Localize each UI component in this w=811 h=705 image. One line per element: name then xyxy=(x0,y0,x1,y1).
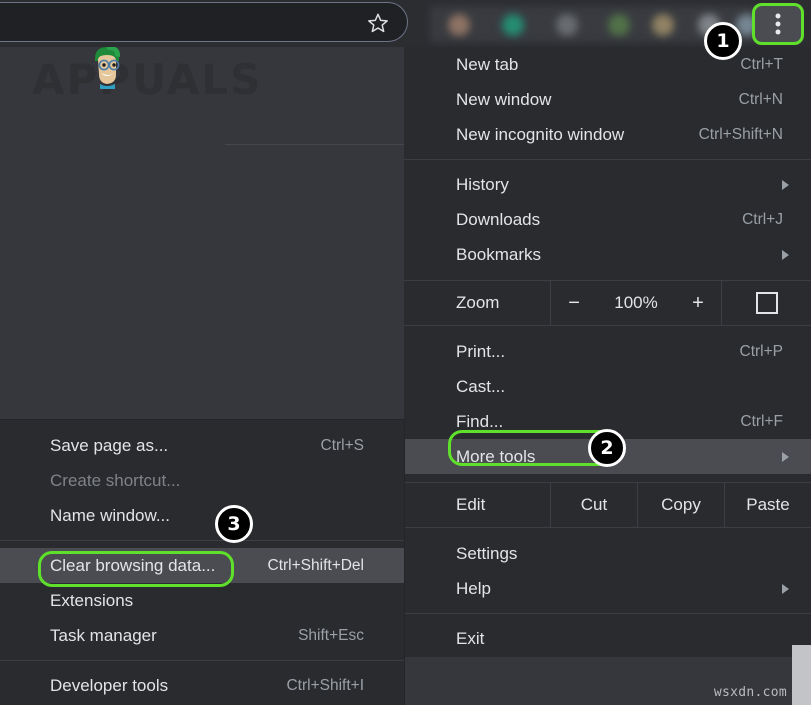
menu-item-label: Print... xyxy=(456,342,506,361)
menu-item-label: Settings xyxy=(456,544,518,563)
menu-item-label: Help xyxy=(456,579,491,598)
menu-item-history[interactable]: History xyxy=(404,167,811,202)
menu-item-shortcut: Ctrl+T xyxy=(740,56,783,73)
chevron-right-icon xyxy=(782,584,789,594)
appuals-mascot-icon xyxy=(95,45,121,89)
screenshot-root: APPUALS New tab Ctrl+T New window Ctrl+N… xyxy=(0,0,811,705)
menu-item-shortcut: Ctrl+F xyxy=(740,413,783,430)
annotation-badge-2: 2 xyxy=(588,429,626,467)
menu-item-cast[interactable]: Cast... xyxy=(404,369,811,404)
menu-item-shortcut: Ctrl+Shift+I xyxy=(286,677,364,694)
submenu-item-create-shortcut: Create shortcut... xyxy=(0,463,404,498)
paste-button[interactable]: Paste xyxy=(724,483,811,527)
chevron-right-icon xyxy=(782,452,789,462)
menu-item-shortcut: Shift+Esc xyxy=(298,627,364,644)
submenu-separator xyxy=(0,660,404,661)
menu-item-label: Name window... xyxy=(50,506,170,525)
menu-item-shortcut: Ctrl+Shift+Del xyxy=(267,557,364,574)
cut-button[interactable]: Cut xyxy=(550,483,637,527)
menu-item-label: Save page as... xyxy=(50,436,169,455)
fullscreen-button[interactable] xyxy=(722,281,811,325)
menu-item-shortcut: Ctrl+S xyxy=(320,437,365,454)
menu-item-label: History xyxy=(456,175,509,194)
copy-button[interactable]: Copy xyxy=(637,483,724,527)
bookmark-star-icon[interactable] xyxy=(367,12,389,34)
page-scrollbar[interactable] xyxy=(792,645,811,705)
menu-item-label: Task manager xyxy=(50,626,157,645)
menu-item-bookmarks[interactable]: Bookmarks xyxy=(404,237,811,272)
address-bar[interactable] xyxy=(0,2,408,42)
menu-item-label: New incognito window xyxy=(456,125,625,144)
menu-item-label: Clear browsing data... xyxy=(50,556,216,575)
menu-separator xyxy=(404,159,811,160)
menu-item-downloads[interactable]: Downloads Ctrl+J xyxy=(404,202,811,237)
submenu-separator xyxy=(0,540,404,541)
submenu-item-name-window[interactable]: Name window... xyxy=(0,498,404,533)
menu-item-label: Create shortcut... xyxy=(50,471,181,490)
menu-item-label: Downloads xyxy=(456,210,541,229)
menu-item-shortcut: Ctrl+J xyxy=(742,211,783,228)
menu-item-help[interactable]: Help xyxy=(404,571,811,606)
annotation-badge-3: 3 xyxy=(215,505,253,543)
fullscreen-icon xyxy=(755,292,778,314)
menu-item-new-incognito-window[interactable]: New incognito window Ctrl+Shift+N xyxy=(404,117,811,152)
chrome-main-menu[interactable]: New tab Ctrl+T New window Ctrl+N New inc… xyxy=(404,47,811,657)
page-divider-rule xyxy=(225,144,409,145)
clear-browsing-data-menu-item[interactable]: Clear browsing data... Ctrl+Shift+Del xyxy=(0,548,404,583)
menu-item-settings[interactable]: Settings xyxy=(404,536,811,571)
menu-item-shortcut: Ctrl+N xyxy=(738,91,783,108)
menu-item-label: Extensions xyxy=(50,591,134,610)
annotation-badge-1: 1 xyxy=(704,22,742,60)
menu-item-new-tab[interactable]: New tab Ctrl+T xyxy=(404,47,811,82)
menu-item-label: New window xyxy=(456,90,552,109)
menu-button-highlight xyxy=(752,3,804,45)
zoom-controls[interactable]: − 100% + xyxy=(550,281,722,325)
badge-number: 3 xyxy=(227,513,241,535)
menu-item-exit[interactable]: Exit xyxy=(404,621,811,656)
menu-item-label: Find... xyxy=(456,412,504,431)
zoom-in-button[interactable]: + xyxy=(692,292,704,315)
menu-item-new-window[interactable]: New window Ctrl+N xyxy=(404,82,811,117)
corner-watermark: wsxdn.com xyxy=(713,685,787,700)
appuals-watermark-logo: APPUALS xyxy=(32,45,263,104)
three-dot-menu-button[interactable] xyxy=(752,3,804,45)
submenu-item-extensions[interactable]: Extensions xyxy=(0,583,404,618)
badge-number: 2 xyxy=(600,437,614,459)
menu-item-label: Bookmarks xyxy=(456,245,542,264)
appuals-logo-text: APPUALS xyxy=(32,55,263,104)
menu-item-print[interactable]: Print... Ctrl+P xyxy=(404,334,811,369)
menu-item-shortcut: Ctrl+Shift+N xyxy=(698,126,783,143)
menu-separator xyxy=(404,613,811,614)
menu-row-edit[interactable]: Edit Cut Copy Paste xyxy=(404,482,811,528)
edit-label: Edit xyxy=(456,495,486,514)
submenu-item-developer-tools[interactable]: Developer tools Ctrl+Shift+I xyxy=(0,668,404,703)
menu-item-label: More tools xyxy=(456,447,536,466)
menu-row-zoom[interactable]: Zoom − 100% + xyxy=(404,280,811,326)
zoom-label: Zoom xyxy=(456,293,500,312)
menu-item-label: Exit xyxy=(456,629,485,648)
menu-item-label: New tab xyxy=(456,55,519,74)
submenu-item-task-manager[interactable]: Task manager Shift+Esc xyxy=(0,618,404,653)
menu-item-shortcut: Ctrl+P xyxy=(739,343,784,360)
badge-number: 1 xyxy=(716,30,730,52)
zoom-out-button[interactable]: − xyxy=(568,292,580,315)
submenu-item-save-page-as[interactable]: Save page as... Ctrl+S xyxy=(0,428,404,463)
chevron-right-icon xyxy=(782,180,789,190)
zoom-level-value: 100% xyxy=(614,293,658,312)
menu-item-label: Cast... xyxy=(456,377,506,396)
chevron-right-icon xyxy=(782,250,789,260)
menu-item-label: Developer tools xyxy=(50,676,169,695)
browser-toolbar xyxy=(0,0,811,47)
more-tools-submenu[interactable]: Save page as... Ctrl+S Create shortcut..… xyxy=(0,420,404,705)
